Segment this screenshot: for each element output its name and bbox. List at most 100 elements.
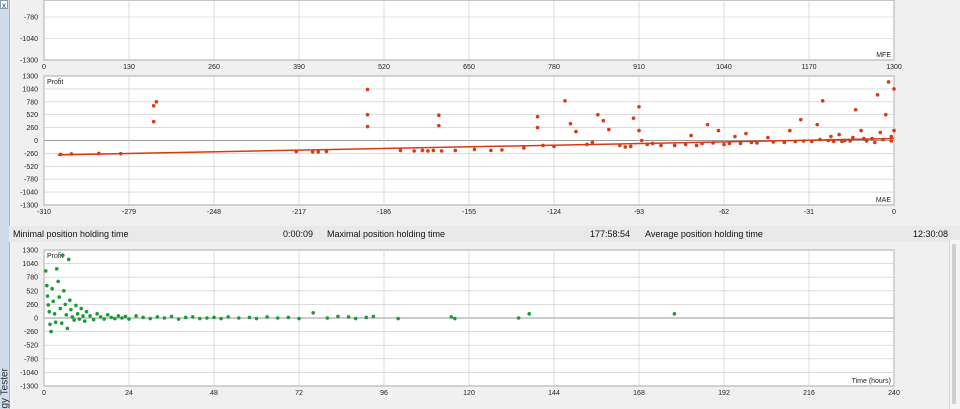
data-point — [437, 123, 441, 128]
data-point — [815, 122, 820, 127]
data-point — [870, 136, 874, 141]
data-point — [47, 309, 52, 314]
scrollbar-thumb[interactable] — [952, 244, 956, 404]
data-point — [97, 151, 101, 156]
data-point — [95, 312, 99, 316]
data-point — [489, 148, 493, 153]
data-point — [527, 312, 532, 316]
data-point — [371, 314, 376, 319]
data-point — [120, 316, 124, 320]
x-tick-label: -93 — [634, 209, 644, 216]
data-point — [219, 316, 223, 321]
data-point — [118, 151, 123, 156]
x-tick-label: -186 — [377, 209, 391, 216]
data-point — [81, 314, 85, 318]
data-point — [689, 133, 693, 138]
data-point — [53, 320, 58, 324]
y-tick-label: 1300 — [22, 74, 38, 81]
y-tick-label: 1040 — [22, 86, 38, 93]
data-point — [694, 143, 699, 148]
y-tick-label: 260 — [26, 125, 38, 132]
y-tick-label: -1040 — [20, 370, 38, 377]
data-point — [183, 315, 188, 320]
data-point — [60, 253, 65, 258]
data-point — [336, 314, 340, 319]
data-point — [711, 141, 715, 145]
data-point — [645, 142, 650, 147]
holding-time-chart: 1300 1040 780 520 260 0 -260 -520 -780 -1040 -1300… — [20, 248, 900, 398]
x-tick-label: 72 — [295, 390, 303, 397]
data-point — [722, 142, 726, 147]
data-point — [43, 269, 48, 273]
data-point — [601, 118, 606, 123]
data-point — [68, 298, 72, 303]
data-point — [637, 104, 641, 109]
x-tick-label: 120 — [463, 390, 475, 397]
data-point — [431, 148, 436, 153]
data-point — [265, 315, 269, 319]
y-tick-label: 1040 — [22, 261, 38, 268]
data-point — [151, 103, 156, 108]
mae-chart: 1300 1040 780 520 260 0 -260 -520 -780 -1040 -1300… — [20, 74, 896, 217]
x-axis-title: Time (hours) — [852, 378, 891, 385]
data-point — [541, 143, 545, 148]
data-point — [449, 315, 454, 319]
y-tick-label: -1040 — [20, 36, 38, 43]
min-holding-value: 0:00:09 — [283, 229, 314, 239]
y-tick-label: 1300 — [22, 248, 38, 255]
data-point — [105, 313, 110, 317]
data-point — [212, 315, 216, 320]
x-tick-label: 0 — [42, 390, 46, 397]
min-holding-label: Minimal position holding time — [13, 229, 129, 239]
data-point — [69, 152, 74, 156]
data-point — [254, 316, 259, 321]
y-tick-label: 260 — [26, 302, 38, 309]
data-point — [141, 315, 145, 320]
data-point — [637, 128, 641, 133]
data-point — [134, 314, 138, 318]
data-point — [113, 316, 117, 321]
data-point — [109, 315, 114, 320]
data-point — [88, 314, 92, 318]
data-point — [75, 312, 80, 316]
data-point — [51, 299, 56, 304]
data-point — [325, 316, 330, 320]
data-point — [766, 135, 770, 140]
data-point — [365, 112, 370, 117]
y-tick-label: -260 — [24, 329, 38, 336]
data-point — [453, 148, 458, 153]
data-point — [782, 140, 787, 145]
data-point — [56, 279, 60, 284]
data-point — [853, 107, 858, 112]
y-tick-label: -1300 — [20, 384, 38, 391]
data-point — [628, 144, 633, 149]
data-point — [472, 147, 477, 152]
data-point — [439, 149, 444, 153]
data-point — [618, 143, 622, 148]
x-tick-label: 216 — [803, 390, 815, 397]
data-point — [788, 128, 792, 133]
data-point — [346, 315, 351, 319]
max-holding-label: Maximal position holding time — [327, 229, 446, 239]
data-point — [862, 136, 866, 141]
data-point — [102, 317, 107, 321]
avg-holding-label: Average position holding time — [645, 229, 763, 239]
data-point — [365, 124, 370, 129]
data-point — [84, 309, 89, 314]
data-point — [63, 302, 68, 307]
data-point — [236, 316, 241, 320]
data-point — [324, 149, 329, 154]
y-axis-title: Profit — [47, 79, 63, 86]
x-axis-title: MAE — [876, 197, 892, 204]
data-point — [705, 122, 710, 127]
data-point — [64, 313, 69, 317]
y-axis-title: Profit — [47, 253, 63, 260]
data-point — [820, 99, 825, 103]
data-point — [148, 316, 153, 321]
y-tick-label: -780 — [24, 356, 38, 363]
data-point — [672, 143, 677, 148]
data-point — [672, 312, 677, 316]
data-point — [744, 131, 748, 136]
vertical-scrollbar[interactable] — [949, 240, 960, 409]
x-tick-label: -310 — [37, 209, 51, 216]
